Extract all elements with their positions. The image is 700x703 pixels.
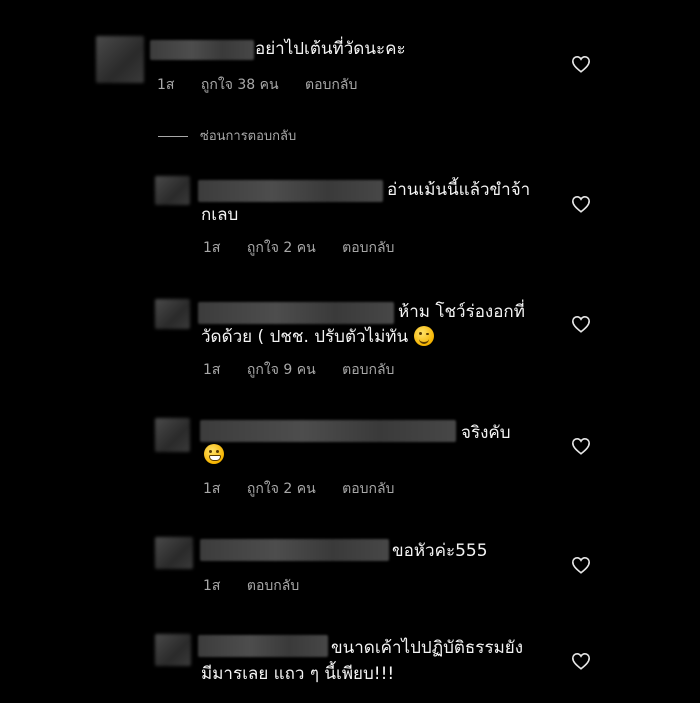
comment-text-line-2: กเลบ — [201, 205, 239, 225]
grinning-face-emoji-icon — [204, 444, 224, 464]
comment-time: 1ส — [203, 481, 221, 497]
comment-text: จริงคับ — [461, 423, 511, 443]
divider-line — [158, 136, 188, 137]
comment-emoji-line — [204, 443, 224, 467]
comment-text: ขอหัวค่ะ555 — [392, 541, 488, 561]
reply-button[interactable]: ตอบกลับ — [342, 240, 394, 256]
comment-text-line-1: ห้าม โชว์ร่องอกที่ — [398, 302, 525, 322]
username-blurred[interactable] — [200, 539, 389, 561]
comment-text-line-2: มีมารเลย แถว ๆ นี้เพียบ!!! — [201, 664, 395, 684]
comment-meta: 1ส ถูกใจ 9 คน ตอบกลับ — [203, 359, 416, 381]
username-blurred[interactable] — [198, 635, 328, 657]
comment-time: 1ส — [203, 240, 221, 256]
avatar[interactable] — [155, 537, 193, 569]
heart-outline-icon[interactable] — [571, 315, 591, 333]
like-count[interactable]: ถูกใจ 2 คน — [247, 240, 316, 256]
heart-outline-icon[interactable] — [571, 652, 591, 670]
comment-meta: 1ส ถูกใจ 38 คน ตอบกลับ — [157, 74, 379, 96]
comment-time: 1ส — [203, 578, 221, 594]
username-blurred[interactable] — [200, 420, 456, 442]
comment-time: 1ส — [203, 362, 221, 378]
avatar[interactable] — [96, 36, 144, 83]
comment-text: อย่าไปเต้นที่วัดนะคะ — [255, 39, 406, 59]
reply-button[interactable]: ตอบกลับ — [342, 481, 394, 497]
avatar[interactable] — [155, 299, 190, 329]
comment-meta: 1ส ตอบกลับ — [203, 575, 321, 597]
hide-replies-button[interactable]: ซ่อนการตอบกลับ — [158, 125, 296, 146]
username-blurred[interactable] — [150, 40, 254, 60]
username-blurred[interactable] — [198, 180, 383, 202]
heart-outline-icon[interactable] — [571, 195, 591, 213]
username-blurred[interactable] — [198, 302, 394, 324]
comment-text-line-1: ขนาดเค้าไปปฏิบัติธรรมยัง — [331, 638, 524, 658]
comment-text-line-1: อ่านเม้นนี้แล้วขำจ้า — [387, 180, 531, 200]
comment-meta: 1ส ถูกใจ 2 คน ตอบกลับ — [203, 237, 416, 259]
comment-meta: 1ส ถูกใจ 2 คน ตอบกลับ — [203, 478, 416, 500]
hide-replies-label: ซ่อนการตอบกลับ — [200, 129, 297, 144]
like-count[interactable]: ถูกใจ 2 คน — [247, 481, 316, 497]
comment-text: วัดด้วย ( ปชช. ปรับตัวไม่ทัน — [201, 327, 409, 347]
heart-outline-icon[interactable] — [571, 55, 591, 73]
like-count[interactable]: ถูกใจ 9 คน — [247, 362, 316, 378]
comment-text-line-2: วัดด้วย ( ปชช. ปรับตัวไม่ทัน — [201, 325, 434, 349]
reply-button[interactable]: ตอบกลับ — [342, 362, 394, 378]
winking-face-emoji-icon — [413, 326, 434, 346]
heart-outline-icon[interactable] — [571, 437, 591, 455]
reply-button[interactable]: ตอบกลับ — [247, 578, 299, 594]
reply-button[interactable]: ตอบกลับ — [305, 77, 357, 93]
comment-time: 1ส — [157, 77, 175, 93]
avatar[interactable] — [155, 418, 190, 452]
comments-page: อย่าไปเต้นที่วัดนะคะ 1ส ถูกใจ 38 คน ตอบก… — [0, 0, 700, 703]
avatar[interactable] — [155, 634, 191, 666]
heart-outline-icon[interactable] — [571, 556, 591, 574]
like-count[interactable]: ถูกใจ 38 คน — [201, 77, 279, 93]
avatar[interactable] — [155, 176, 190, 205]
